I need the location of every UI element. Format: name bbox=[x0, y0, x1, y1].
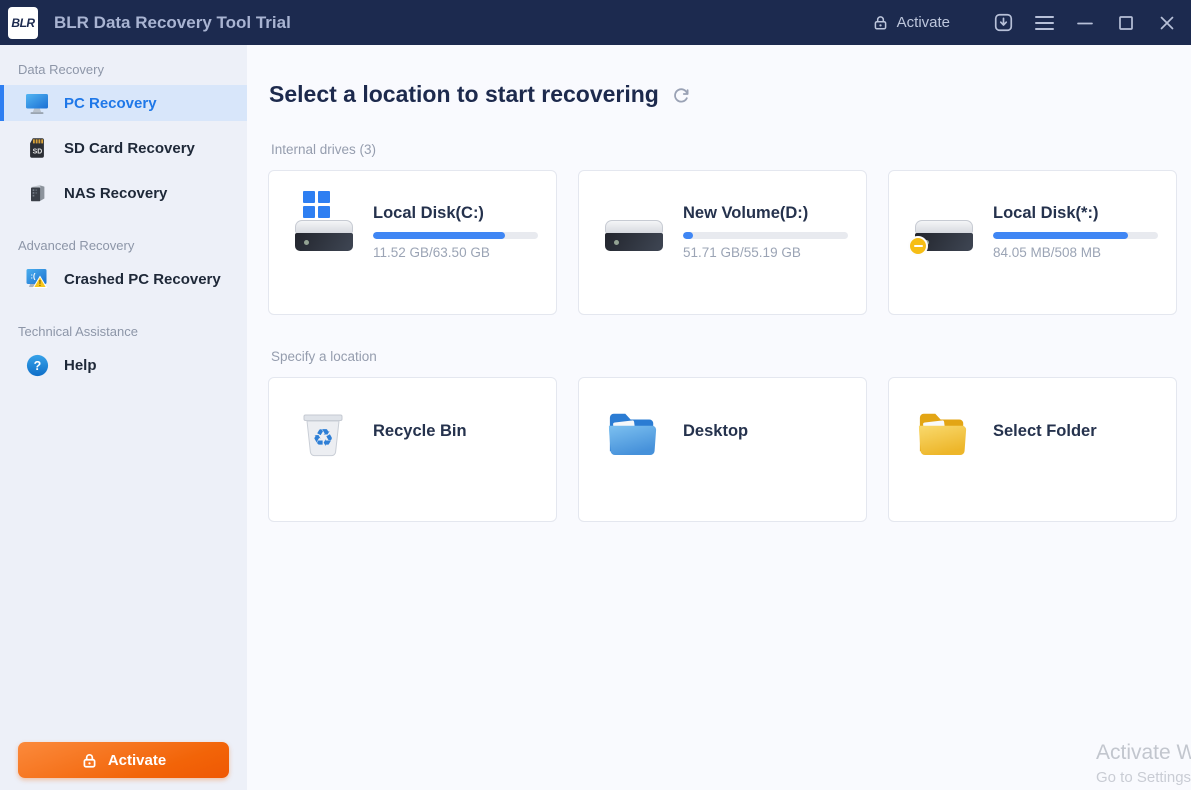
svg-text:!: ! bbox=[39, 279, 42, 288]
drive-card-d[interactable]: New Volume(D:) 51.71 GB/55.19 GB bbox=[578, 170, 867, 315]
crashed-pc-icon: :( ! bbox=[24, 266, 50, 292]
progress-bar bbox=[373, 232, 538, 239]
sidebar-item-crashed-pc-recovery[interactable]: :( ! Crashed PC Recovery bbox=[0, 261, 247, 297]
recycle-bin-icon: ♻ bbox=[297, 406, 349, 460]
sidebar-item-label: NAS Recovery bbox=[64, 185, 167, 202]
lock-icon bbox=[872, 14, 889, 31]
drive-title: New Volume(D:) bbox=[683, 204, 848, 223]
drive-title: Local Disk(*:) bbox=[993, 204, 1158, 223]
select-folder-card[interactable]: Select Folder bbox=[888, 377, 1177, 522]
app-title: BLR Data Recovery Tool Trial bbox=[54, 13, 291, 33]
drive-title: Local Disk(C:) bbox=[373, 204, 538, 223]
titlebar-activate-label: Activate bbox=[897, 14, 950, 31]
sidebar: Data Recovery PC Recovery SD SD Card Rec… bbox=[0, 45, 247, 790]
section-label-advanced-recovery: Advanced Recovery bbox=[18, 238, 247, 253]
location-title: Recycle Bin bbox=[373, 422, 467, 441]
maximize-button[interactable] bbox=[1115, 12, 1137, 34]
drive-size: 51.71 GB/55.19 GB bbox=[683, 245, 848, 260]
menu-icon[interactable] bbox=[1033, 12, 1055, 34]
sidebar-item-pc-recovery[interactable]: PC Recovery bbox=[0, 85, 247, 121]
location-title: Select Folder bbox=[993, 422, 1097, 441]
help-icon: ? bbox=[24, 352, 50, 378]
sidebar-item-label: PC Recovery bbox=[64, 95, 157, 112]
main-content: Select a location to start recovering In… bbox=[247, 45, 1191, 790]
internal-drives-label: Internal drives (3) bbox=[271, 142, 1191, 157]
activate-button[interactable]: Activate bbox=[18, 742, 229, 778]
specify-location-label: Specify a location bbox=[271, 349, 1191, 364]
app-logo: BLR bbox=[8, 7, 38, 39]
titlebar-activate-button[interactable]: Activate bbox=[872, 14, 950, 31]
drive-size: 84.05 MB/508 MB bbox=[993, 245, 1158, 260]
windows-logo-icon bbox=[303, 191, 330, 218]
drive-icon bbox=[915, 191, 973, 253]
sd-card-icon: SD bbox=[24, 135, 50, 161]
lock-icon bbox=[81, 752, 98, 769]
page-title: Select a location to start recovering bbox=[269, 81, 659, 108]
drive-icon bbox=[605, 191, 663, 253]
minimize-button[interactable] bbox=[1074, 12, 1096, 34]
internal-drives-row: Local Disk(C:) 11.52 GB/63.50 GB New Vol… bbox=[268, 170, 1191, 315]
minus-badge-icon bbox=[908, 236, 928, 256]
section-label-technical-assistance: Technical Assistance bbox=[18, 324, 247, 339]
desktop-card[interactable]: Desktop bbox=[578, 377, 867, 522]
sidebar-item-label: Help bbox=[64, 357, 97, 374]
drive-card-c[interactable]: Local Disk(C:) 11.52 GB/63.50 GB bbox=[268, 170, 557, 315]
nas-device-icon bbox=[24, 180, 50, 206]
pc-monitor-icon bbox=[24, 90, 50, 116]
sidebar-item-help[interactable]: ? Help bbox=[0, 347, 247, 383]
sidebar-item-nas-recovery[interactable]: NAS Recovery bbox=[0, 175, 247, 211]
titlebar: BLR BLR Data Recovery Tool Trial Activat… bbox=[0, 0, 1191, 45]
progress-bar bbox=[683, 232, 848, 239]
download-icon[interactable] bbox=[992, 12, 1014, 34]
svg-text:?: ? bbox=[33, 358, 41, 372]
blue-folder-icon bbox=[607, 406, 659, 460]
drive-card-star[interactable]: Local Disk(*:) 84.05 MB/508 MB bbox=[888, 170, 1177, 315]
sidebar-item-label: SD Card Recovery bbox=[64, 140, 195, 157]
refresh-icon[interactable] bbox=[672, 87, 690, 105]
specify-location-row: ♻ Recycle Bin Desktop bbox=[268, 377, 1191, 522]
svg-text:♻: ♻ bbox=[312, 424, 334, 452]
activate-button-label: Activate bbox=[108, 752, 166, 769]
drive-size: 11.52 GB/63.50 GB bbox=[373, 245, 538, 260]
location-title: Desktop bbox=[683, 422, 748, 441]
svg-text:SD: SD bbox=[33, 149, 43, 156]
drive-icon bbox=[295, 191, 353, 253]
close-button[interactable] bbox=[1156, 12, 1178, 34]
section-label-data-recovery: Data Recovery bbox=[18, 62, 247, 77]
sidebar-item-label: Crashed PC Recovery bbox=[64, 271, 221, 288]
yellow-folder-icon bbox=[917, 406, 969, 460]
recycle-bin-card[interactable]: ♻ Recycle Bin bbox=[268, 377, 557, 522]
sidebar-item-sd-card-recovery[interactable]: SD SD Card Recovery bbox=[0, 130, 247, 166]
progress-bar bbox=[993, 232, 1158, 239]
svg-text::(: :( bbox=[31, 272, 36, 281]
